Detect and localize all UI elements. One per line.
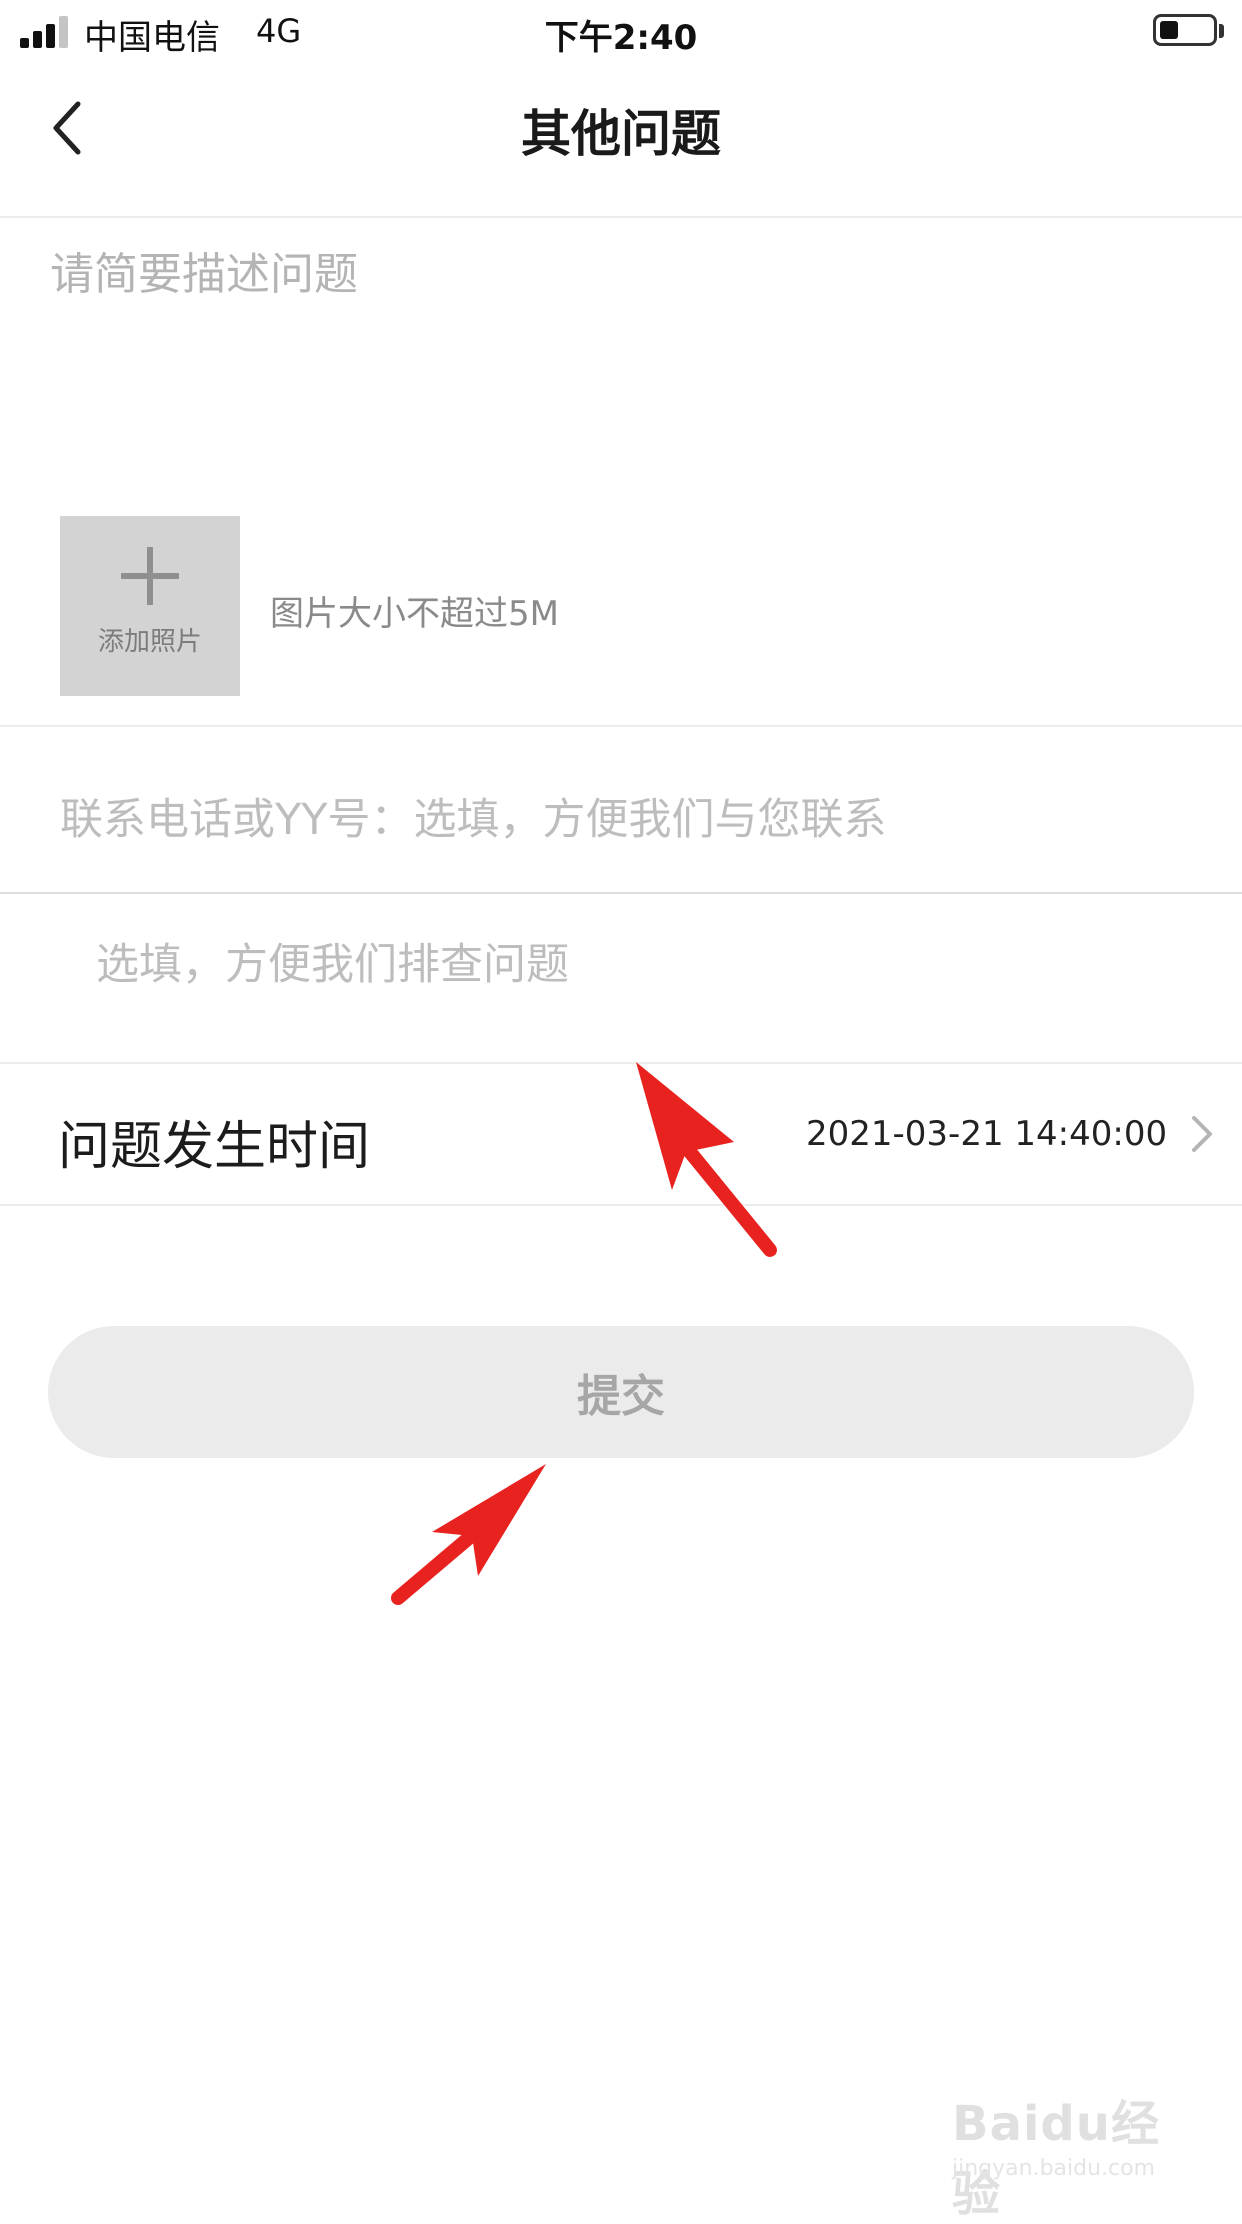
divider — [0, 725, 1242, 727]
battery-level — [1160, 21, 1178, 39]
photo-size-hint: 图片大小不超过5M — [270, 594, 559, 634]
divider — [0, 892, 1242, 894]
add-photo-label: 添加照片 — [97, 627, 202, 657]
battery-icon — [1153, 14, 1217, 46]
add-photo-button[interactable]: 添加照片 — [60, 516, 240, 696]
occurrence-time-label: 问题发生时间 — [58, 1117, 371, 1177]
plus-icon — [60, 516, 240, 616]
occurrence-time-value: 2021-03-21 14:40:00 — [806, 1114, 1168, 1154]
problem-description-input[interactable] — [50, 238, 1200, 478]
page-title: 其他问题 — [521, 105, 721, 163]
divider — [0, 1204, 1242, 1206]
navigation-bar: 其他问题 — [0, 64, 1242, 218]
occurrence-time-row[interactable]: 问题发生时间 2021-03-21 14:40:00 — [0, 1064, 1242, 1206]
watermark-logo: Baidu经验 jingyan.baidu.com — [940, 2060, 1200, 2222]
watermark-url: jingyan.baidu.com — [952, 2156, 1156, 2181]
battery-tip — [1219, 24, 1224, 38]
watermark-text: Baidu经验 — [952, 2096, 1160, 2222]
extra-info-input[interactable] — [96, 935, 1196, 995]
submit-button[interactable]: 提交 — [48, 1326, 1194, 1458]
contact-input[interactable] — [60, 790, 1200, 850]
status-bar: 中国电信 4G 下午2:40 — [0, 0, 1242, 64]
status-clock: 下午2:40 — [544, 18, 698, 58]
chevron-right-icon — [1192, 1116, 1212, 1152]
red-arrow-icon — [391, 1464, 546, 1605]
